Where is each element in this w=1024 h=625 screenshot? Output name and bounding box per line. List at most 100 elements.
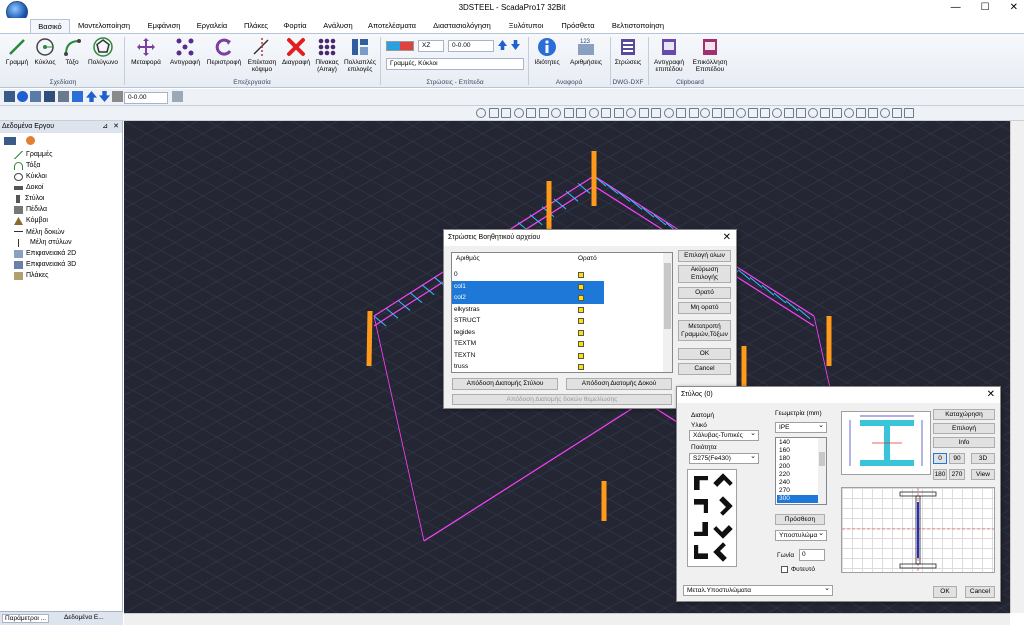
visible-checkbox[interactable] [578, 318, 584, 324]
quality-select[interactable]: S275(Fe430) [689, 452, 759, 464]
assign-beam-section-button[interactable]: Απόδοση Διατομής Δοκού [566, 378, 672, 390]
visible-checkbox[interactable] [578, 341, 584, 347]
tree-item-beams[interactable]: Δοκοί [14, 183, 43, 193]
draw-tool-icon[interactable] [676, 108, 686, 118]
draw-tool-icon[interactable] [856, 108, 866, 118]
tree-item-lines[interactable]: Γραμμές [14, 150, 52, 160]
visible-checkbox[interactable] [578, 352, 584, 359]
tab-addons[interactable]: Πρόσθετα [560, 19, 596, 33]
draw-tool-icon[interactable] [551, 108, 561, 118]
layer-row[interactable]: TEXTM [452, 338, 662, 350]
draw-tool-icon[interactable] [892, 108, 902, 118]
tree-item-circles[interactable]: Κύκλοι [14, 172, 47, 182]
tree-item-columns[interactable]: Στύλοι [14, 194, 44, 204]
layer-row[interactable]: tegides [452, 327, 662, 339]
draw-tool-icon[interactable] [868, 108, 878, 118]
multi-select-button[interactable]: Πολλαπλές επιλογές [342, 36, 378, 73]
section-shape-icon[interactable] [713, 496, 733, 516]
extend-trim-button[interactable]: Επέκταση κόψιμο [244, 36, 280, 73]
deselect-button[interactable]: Ακύρωση Επιλογής [678, 265, 731, 283]
size-item[interactable]: 270 [777, 487, 819, 495]
layer-row[interactable]: elkystras [452, 304, 662, 316]
tab-basic[interactable]: Βασικό [30, 19, 70, 33]
paste-level-button[interactable]: Επικόλληση Επιπέδου [690, 36, 730, 73]
add-button[interactable]: Πρόσθεση [775, 514, 825, 525]
assign-foundation-beam-section-button[interactable]: Απόδοση Διατομής δοκών θεμελίωσης [452, 394, 672, 405]
section-shape-icon[interactable] [694, 545, 708, 559]
copy-button[interactable]: Αντιγραφή [165, 36, 205, 66]
section-shapes-grid[interactable] [687, 469, 737, 567]
dialog-ok-button[interactable]: OK [933, 586, 957, 598]
draw-tool-icon[interactable] [844, 108, 854, 118]
section-icon[interactable] [172, 91, 183, 102]
size-item[interactable]: 220 [777, 471, 819, 479]
tree-item-nodes[interactable]: Κόμβοι [14, 216, 48, 226]
convert-lines-arcs-button[interactable]: Μετατροπή Γραμμών,Τόξων [678, 320, 731, 341]
visible-checkbox[interactable] [578, 364, 584, 370]
draw-tool-icon[interactable] [626, 108, 636, 118]
size-item[interactable]: 300 [777, 495, 819, 503]
layer-row[interactable]: 0 [452, 269, 662, 281]
size-item[interactable]: 160 [777, 447, 819, 455]
tab-modeling[interactable]: Μοντελοποίηση [76, 19, 132, 33]
draw-tool-icon[interactable] [772, 108, 782, 118]
draw-tool-icon[interactable] [501, 108, 511, 118]
arrow-down-icon[interactable] [511, 40, 520, 50]
view-3d-button[interactable]: 3D [971, 453, 995, 464]
register-button[interactable]: Καταχώρηση [933, 409, 995, 420]
level-up-icon[interactable] [86, 91, 97, 102]
draw-tool-icon[interactable] [712, 108, 722, 118]
plane-select[interactable]: XZ [418, 40, 444, 52]
info-button[interactable]: Info [933, 437, 995, 448]
layers-dialog-close-icon[interactable]: ✕ [723, 230, 731, 246]
draw-tool-icon[interactable] [476, 108, 486, 118]
vertical-scrollbar[interactable] [1010, 121, 1024, 613]
tree-view-icon[interactable] [4, 137, 16, 145]
draw-tool-icon[interactable] [601, 108, 611, 118]
draw-tool-icon[interactable] [613, 108, 624, 118]
eye-icon[interactable] [30, 91, 41, 102]
dialog-cancel-button[interactable]: Cancel [965, 586, 995, 598]
section-shape-icon[interactable] [713, 542, 733, 562]
ok-button[interactable]: OK [678, 348, 731, 360]
tab-slabs[interactable]: Πλάκες [242, 19, 270, 33]
select-button[interactable]: Επιλογή [933, 423, 995, 434]
angle-input[interactable]: 0 [799, 549, 825, 561]
layer-row[interactable]: TEXTN [452, 350, 662, 362]
section-shape-icon[interactable] [713, 519, 733, 539]
save-as-icon[interactable] [72, 91, 83, 102]
save-icon[interactable] [58, 91, 69, 102]
tab-formwork[interactable]: Ξυλότυποι [506, 19, 546, 33]
draw-tool-icon[interactable] [904, 108, 914, 118]
minimize-button[interactable]: — [951, 2, 961, 13]
draw-tool-icon[interactable] [563, 108, 574, 118]
material-select[interactable]: Χάλυβας-Τυπικές [689, 429, 759, 441]
arrow-up-icon[interactable] [498, 40, 507, 50]
visible-checkbox[interactable] [578, 306, 584, 313]
tab-view[interactable]: Εμφάνιση [144, 19, 184, 33]
layer-row[interactable]: STRUCT [452, 315, 662, 327]
rotation-270-button[interactable]: 270 [949, 469, 965, 480]
draw-tool-icon[interactable] [748, 108, 758, 118]
dwg-layers-button[interactable]: Στρώσεις [612, 36, 644, 66]
project-data-tab[interactable]: Δεδομένα Ε... [62, 614, 106, 621]
section-shape-icon[interactable] [713, 473, 733, 493]
tab-tools[interactable]: Εργαλεία [194, 19, 230, 33]
draw-tool-icon[interactable] [526, 108, 536, 118]
numbering-button[interactable]: 123 Αριθμήσεις [566, 36, 606, 66]
section-shape-icon[interactable] [694, 499, 708, 513]
size-item[interactable]: 240 [777, 479, 819, 487]
visible-button[interactable]: Ορατό [678, 287, 731, 299]
array-button[interactable]: Πίνακας (Array) [312, 36, 342, 73]
draw-tool-icon[interactable] [880, 108, 890, 118]
column-dialog-close-icon[interactable]: ✕ [987, 387, 995, 403]
draw-tool-icon[interactable] [820, 108, 830, 118]
draw-tool-icon[interactable] [488, 108, 499, 118]
move-button[interactable]: Μεταφορά [127, 36, 165, 66]
polygon-button[interactable]: Πολύγωνο [84, 36, 122, 66]
parameters-tab[interactable]: Παράμετροι ... [2, 614, 50, 623]
tab-results[interactable]: Αποτελέσματα [366, 19, 418, 33]
support-type-select[interactable]: Υποστυλώμα [775, 529, 827, 541]
rotation-0-button[interactable]: 0 [933, 453, 947, 464]
tree-item-surface-3d[interactable]: Επιφανειακά 3D [14, 260, 76, 270]
